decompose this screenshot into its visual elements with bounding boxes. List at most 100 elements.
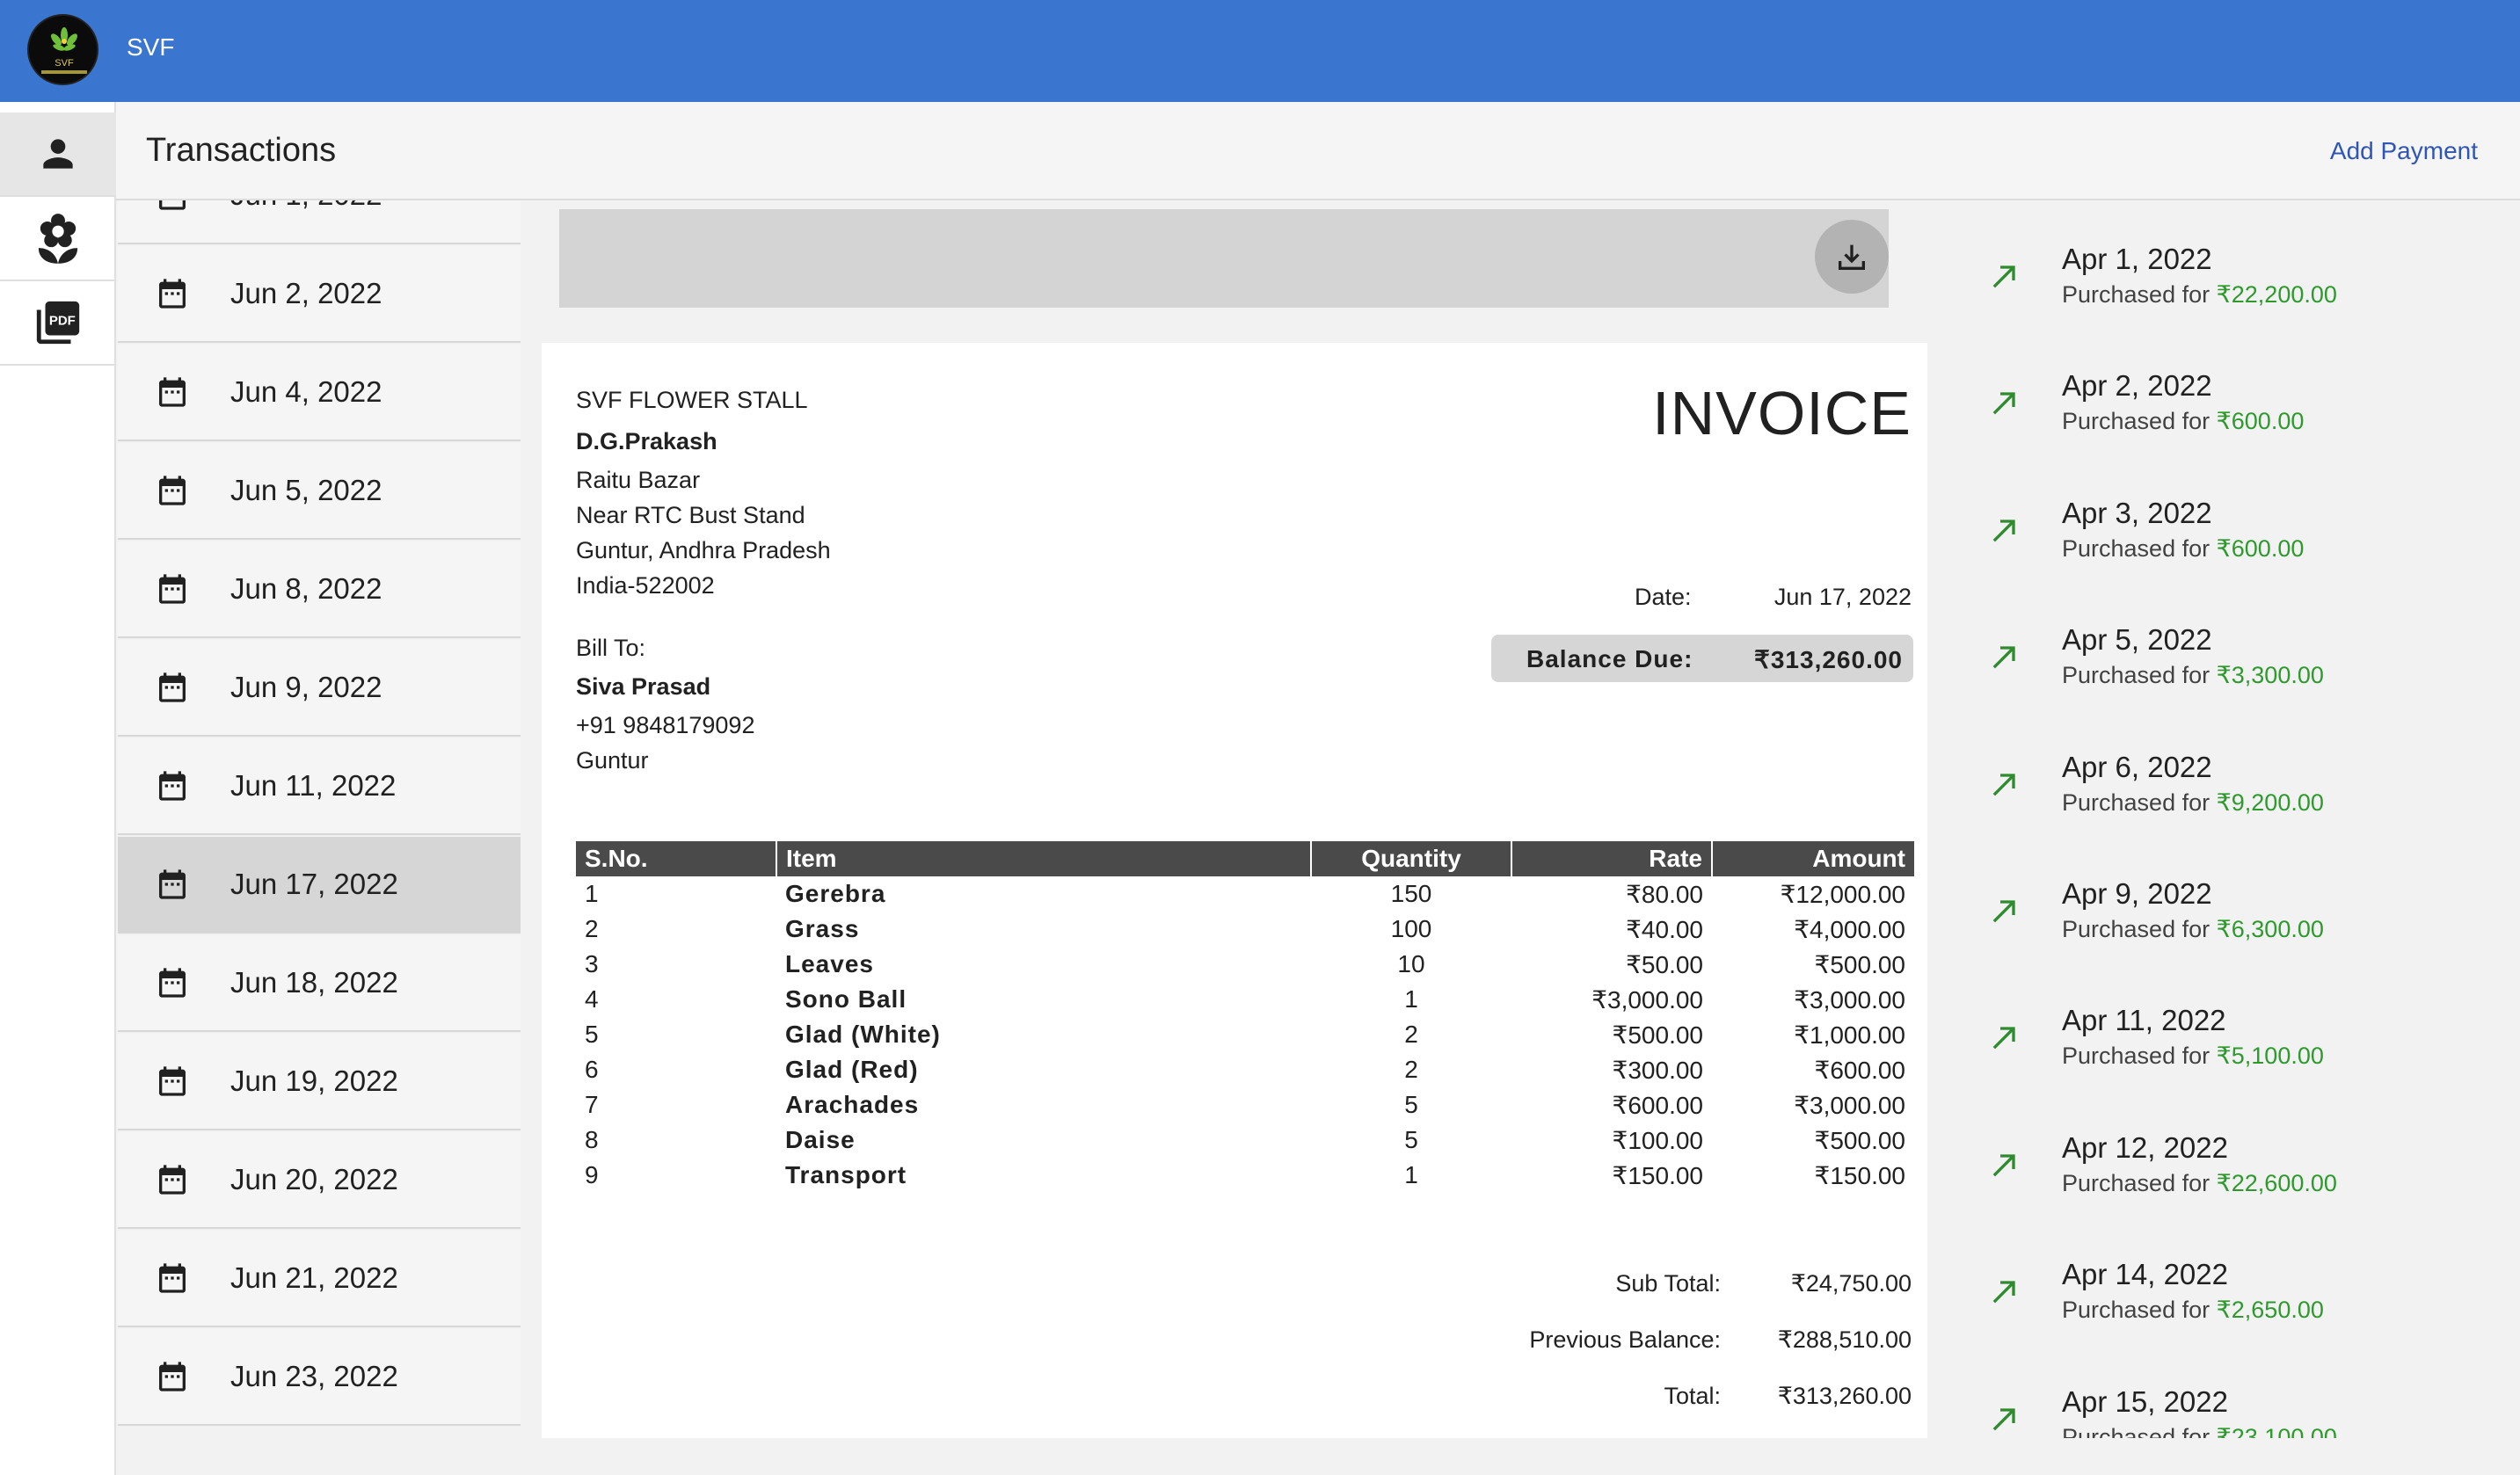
payment-list-item[interactable]: Apr 6, 2022 Purchased for ₹9,200.00 <box>1934 708 2520 835</box>
payment-list-item[interactable]: Apr 5, 2022 Purchased for ₹3,300.00 <box>1934 581 2520 708</box>
invoice-title: INVOICE <box>1652 379 1912 447</box>
calendar-icon <box>155 276 190 311</box>
cell-qty: 5 <box>1404 1091 1418 1118</box>
cell-sno: 9 <box>585 1161 599 1188</box>
payment-prefix: Purchased for <box>2062 281 2217 308</box>
add-payment-button[interactable]: Add Payment <box>2330 137 2478 165</box>
cell-item: Daise <box>785 1126 856 1153</box>
cell-amount: ₹500.00 <box>1814 950 1905 978</box>
cell-amount: ₹150.00 <box>1814 1161 1905 1189</box>
payment-list-item[interactable]: Apr 1, 2022 Purchased for ₹22,200.00 <box>1934 200 2520 327</box>
payment-date: Apr 15, 2022 <box>2062 1384 2228 1418</box>
payment-amount: ₹5,100.00 <box>2216 1043 2324 1070</box>
payment-date: Apr 12, 2022 <box>2062 1130 2228 1164</box>
date-list-item[interactable]: Jun 18, 2022 <box>118 935 521 1032</box>
total-value: ₹313,260.00 <box>1777 1383 1912 1409</box>
rail-item-flowers[interactable] <box>0 197 116 281</box>
payment-list-item[interactable]: Apr 9, 2022 Purchased for ₹6,300.00 <box>1934 835 2520 962</box>
date-list-item[interactable]: Jun 1, 2022 <box>118 200 521 244</box>
date-list-item[interactable]: Jun 8, 2022 <box>118 541 521 638</box>
rail-item-reports[interactable]: PDF <box>0 281 116 366</box>
date-list-item[interactable]: Jun 5, 2022 <box>118 443 521 540</box>
app-title: SVF <box>127 33 175 61</box>
date-list-item[interactable]: Jun 17, 2022 <box>118 837 521 934</box>
date-label: Jun 20, 2022 <box>230 1163 398 1195</box>
calendar-icon <box>155 374 190 410</box>
download-button[interactable] <box>1815 220 1889 294</box>
date-label: Jun 8, 2022 <box>230 572 382 605</box>
date-list-item[interactable]: Jun 21, 2022 <box>118 1231 521 1327</box>
cell-item: Arachades <box>785 1091 920 1118</box>
payment-list-item[interactable]: Apr 15, 2022 Purchased for ₹23,100.00 <box>1934 1343 2520 1438</box>
payment-amount: ₹600.00 <box>2216 408 2305 435</box>
arrow-up-right-icon <box>1987 1147 2022 1182</box>
payment-amount: ₹22,200.00 <box>2216 281 2337 308</box>
cell-item: Transport <box>785 1161 907 1188</box>
date-list-item[interactable]: Jun 19, 2022 <box>118 1034 521 1130</box>
date-label: Jun 4, 2022 <box>230 375 382 408</box>
payment-prefix: Purchased for <box>2062 662 2217 689</box>
column-header-sno: S.No. <box>576 841 777 876</box>
table-row: 6 Glad (Red) 2 ₹300.00 ₹600.00 <box>576 1052 1914 1087</box>
cell-rate: ₹80.00 <box>1626 880 1703 908</box>
transaction-date-list[interactable]: Jun 1, 2022 Jun 2, 2022 Jun 4, 2022 Jun 5, … <box>118 200 521 1475</box>
cell-amount: ₹3,000.00 <box>1794 1091 1905 1119</box>
payment-date: Apr 5, 2022 <box>2062 623 2212 657</box>
payment-description: Purchased for ₹600.00 <box>2062 408 2304 435</box>
arrow-up-right-icon <box>1987 258 2022 294</box>
payment-list-item[interactable]: Apr 12, 2022 Purchased for ₹22,600.00 <box>1934 1089 2520 1216</box>
cell-rate: ₹500.00 <box>1612 1021 1703 1049</box>
table-row: 7 Arachades 5 ₹600.00 ₹3,000.00 <box>576 1087 1914 1123</box>
payment-amount: ₹600.00 <box>2216 534 2305 562</box>
payment-list-item[interactable]: Apr 14, 2022 Purchased for ₹2,650.00 <box>1934 1216 2520 1342</box>
column-header-amount: Amount <box>1712 841 1914 876</box>
payment-list-item[interactable]: Apr 3, 2022 Purchased for ₹600.00 <box>1934 454 2520 581</box>
invoice-items-table: S.No. Item Quantity Rate Amount 1 Gerebra… <box>576 841 1914 1193</box>
subtotal-label: Sub Total: <box>1615 1270 1721 1297</box>
payment-prefix: Purchased for <box>2062 1169 2217 1196</box>
date-list-item[interactable]: Jun 9, 2022 <box>118 640 521 737</box>
date-label: Jun 18, 2022 <box>230 966 398 999</box>
date-label: Jun 17, 2022 <box>230 868 398 900</box>
rail-item-customers[interactable] <box>0 113 116 197</box>
calendar-icon <box>155 200 190 213</box>
payment-date: Apr 6, 2022 <box>2062 750 2212 783</box>
address-line: Guntur, Andhra Pradesh <box>576 537 831 563</box>
date-list-item[interactable]: Jun 23, 2022 <box>118 1329 521 1426</box>
date-list-item[interactable]: Jun 4, 2022 <box>118 345 521 441</box>
date-list-item[interactable]: Jun 20, 2022 <box>118 1132 521 1229</box>
cell-sno: 6 <box>585 1056 599 1083</box>
payment-date: Apr 2, 2022 <box>2062 369 2212 403</box>
cell-qty: 1 <box>1404 1161 1418 1188</box>
previous-balance-label: Previous Balance: <box>1529 1326 1721 1353</box>
cell-sno: 5 <box>585 1021 599 1048</box>
previous-balance-value: ₹288,510.00 <box>1777 1326 1912 1353</box>
payment-date: Apr 9, 2022 <box>2062 877 2212 910</box>
date-list-item[interactable]: Jun 2, 2022 <box>118 246 521 343</box>
cell-item: Sono Ball <box>785 985 907 1013</box>
payment-prefix: Purchased for <box>2062 408 2217 435</box>
payment-prefix: Purchased for <box>2062 788 2217 816</box>
table-row: 8 Daise 5 ₹100.00 ₹500.00 <box>576 1123 1914 1158</box>
arrow-up-right-icon <box>1987 385 2022 420</box>
cell-amount: ₹1,000.00 <box>1794 1021 1905 1049</box>
app-logo[interactable]: SVF <box>27 14 98 85</box>
column-header-quantity: Quantity <box>1311 841 1512 876</box>
cell-amount: ₹12,000.00 <box>1780 880 1905 908</box>
cell-rate: ₹40.00 <box>1626 915 1703 943</box>
cell-qty: 2 <box>1404 1056 1418 1083</box>
arrow-up-right-icon <box>1987 1020 2022 1055</box>
date-label: Jun 19, 2022 <box>230 1064 398 1097</box>
payment-description: Purchased for ₹22,200.00 <box>2062 281 2337 309</box>
payment-list-item[interactable]: Apr 2, 2022 Purchased for ₹600.00 <box>1934 327 2520 454</box>
cell-qty: 5 <box>1404 1126 1418 1153</box>
customer-name: Siva Prasad <box>576 673 711 700</box>
date-label: Jun 21, 2022 <box>230 1261 398 1294</box>
date-list-item[interactable]: Jun 11, 2022 <box>118 738 521 835</box>
date-label: Jun 11, 2022 <box>230 769 397 802</box>
calendar-icon <box>155 571 190 607</box>
payment-list-item[interactable]: Apr 11, 2022 Purchased for ₹5,100.00 <box>1934 962 2520 1088</box>
date-label: Jun 23, 2022 <box>230 1360 398 1392</box>
payment-history-list[interactable]: Apr 1, 2022 Purchased for ₹22,200.00 Apr 2… <box>1934 200 2520 1438</box>
cell-qty: 150 <box>1390 880 1432 907</box>
